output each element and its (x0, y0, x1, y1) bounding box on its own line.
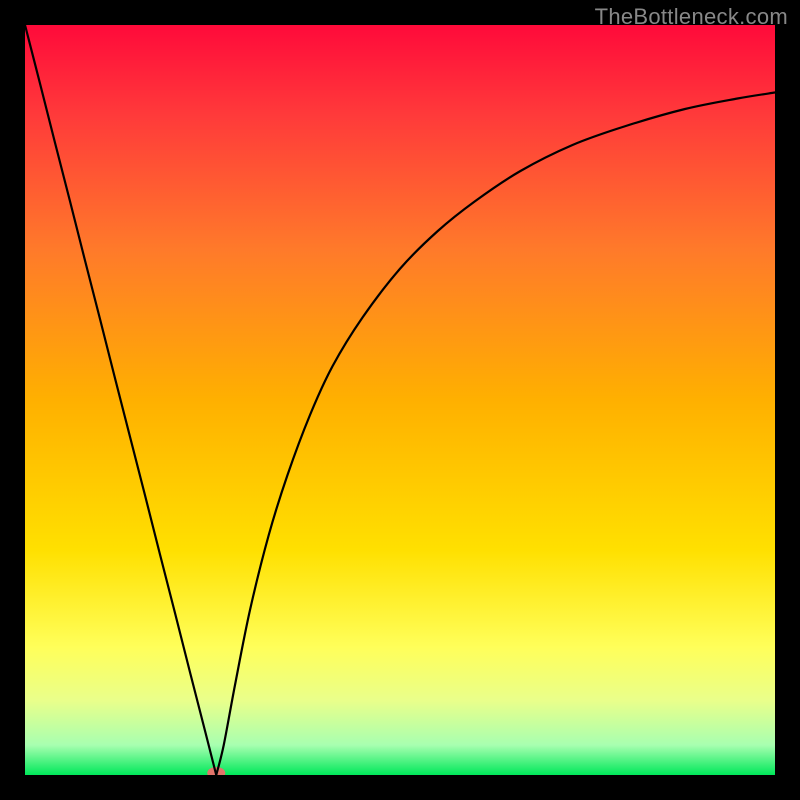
plot-area (25, 25, 775, 775)
watermark-text: TheBottleneck.com (595, 4, 788, 30)
bottleneck-chart (25, 25, 775, 775)
gradient-background (25, 25, 775, 775)
chart-frame: TheBottleneck.com (0, 0, 800, 800)
